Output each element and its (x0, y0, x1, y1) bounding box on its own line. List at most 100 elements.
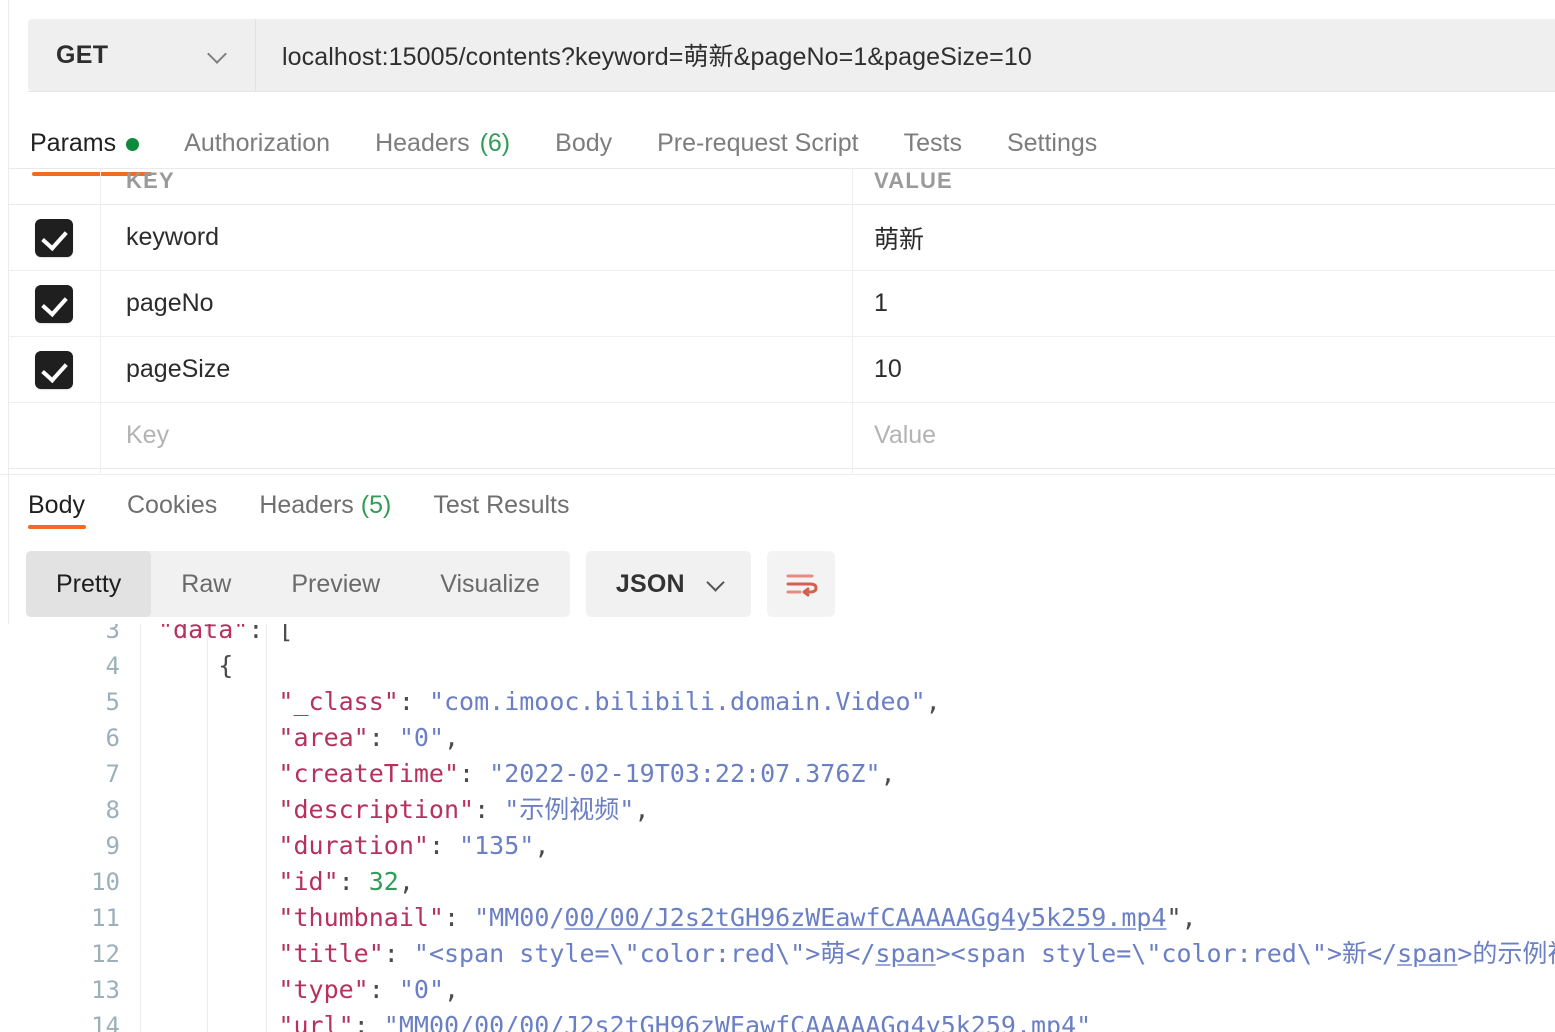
row-checkbox-cell (8, 219, 100, 256)
tab-settings-label: Settings (1006, 128, 1098, 157)
code-line-text: "data": [ (158, 624, 293, 648)
chevron-down-icon (707, 575, 725, 593)
code-token: , (634, 795, 650, 824)
code-line: 13 "type": "0", (8, 972, 1555, 1008)
response-tab-test-results[interactable]: Test Results (433, 491, 569, 520)
response-tab-body-label: Body (28, 491, 85, 519)
code-token: 00/00/J2s2tGH96zWEawfCAAAAAGg4y5k259.mp4 (564, 903, 1167, 932)
view-visualize-button[interactable]: Visualize (410, 551, 570, 617)
tab-body-label: Body (555, 128, 613, 157)
code-token: "url" (278, 1011, 354, 1032)
code-token: "title" (278, 939, 384, 968)
line-number: 6 (105, 724, 120, 752)
line-number: 10 (91, 868, 120, 896)
code-token: "com.imooc.bilibili.domain.Video" (428, 687, 926, 716)
word-wrap-icon (786, 574, 818, 597)
response-body-code-viewer[interactable]: 3 "data": [ 4 {5 "_class": "com.imooc.bili… (8, 624, 1555, 1032)
code-token: "area" (278, 723, 369, 752)
row-checkbox-cell (8, 351, 100, 388)
new-param-key-input[interactable]: Key (100, 421, 852, 450)
code-token: "2022-02-19T03:22:07.376Z" (489, 759, 881, 788)
table-row: keyword 萌新 (8, 205, 1555, 271)
code-token: "data" (158, 624, 249, 644)
query-params-table: KEY VALUE keyword 萌新 pageNo 1 pageSize 1… (8, 168, 1555, 473)
postman-request-response-pane: GET localhost:15005/contents?keyword=萌新&… (0, 0, 1555, 1032)
tab-params[interactable]: Params (30, 128, 140, 158)
tab-body[interactable]: Body (555, 129, 612, 158)
code-line: 10 "id": 32, (8, 864, 1555, 900)
tab-params-label: Params (30, 128, 117, 157)
params-modified-dot-icon (126, 137, 140, 151)
tab-pre-request-script-label: Pre-request Script (657, 128, 859, 157)
response-tab-headers[interactable]: Headers (5) (259, 491, 391, 520)
param-value-cell[interactable]: 萌新 (852, 220, 1555, 256)
response-tab-bar: Body Cookies Headers (5) Test Results (0, 474, 1555, 536)
table-row: pageSize 10 (8, 337, 1555, 403)
code-token: : [ (248, 624, 294, 644)
line-number: 3 (105, 624, 120, 644)
row-checkbox-cell (8, 285, 100, 322)
view-pretty-label: Pretty (56, 569, 122, 598)
http-method-select[interactable]: GET (28, 19, 256, 91)
code-line: 5 "_class": "com.imooc.bilibili.domain.V… (8, 684, 1555, 720)
request-url-bar: GET localhost:15005/contents?keyword=萌新&… (28, 19, 1555, 91)
param-value-cell[interactable]: 1 (852, 289, 1555, 318)
response-tab-headers-label: Headers (259, 491, 354, 519)
code-token: 32 (368, 867, 399, 896)
line-number: 4 (105, 652, 120, 680)
param-key-cell[interactable]: pageSize (100, 355, 852, 384)
param-enabled-checkbox[interactable] (36, 219, 72, 256)
request-url-input[interactable]: localhost:15005/contents?keyword=萌新&page… (256, 19, 1555, 91)
code-line: 12 "title": "<span style=\"color:red\">萌… (8, 936, 1555, 972)
code-token: "135" (459, 831, 535, 860)
code-token: "duration" (278, 831, 429, 860)
request-url-text: localhost:15005/contents?keyword=萌新&page… (282, 43, 1032, 71)
response-tab-cookies[interactable]: Cookies (127, 491, 217, 520)
chevron-down-icon (207, 44, 229, 66)
code-token: , (880, 759, 896, 788)
code-token: "0" (398, 723, 444, 752)
param-enabled-checkbox[interactable] (36, 351, 72, 388)
code-line-text: { (158, 648, 233, 684)
column-header-key: KEY (126, 167, 175, 193)
code-token: span (1397, 939, 1458, 968)
code-token: : (459, 759, 490, 788)
tab-authorization-label: Authorization (184, 128, 331, 157)
param-key-text: pageSize (126, 355, 231, 383)
code-lines-container: 3 "data": [ 4 {5 "_class": "com.imooc.bili… (8, 624, 1555, 1032)
param-key-cell[interactable]: keyword (100, 223, 852, 252)
new-param-value-input[interactable]: Value (852, 421, 1555, 450)
param-value-cell[interactable]: 10 (852, 355, 1555, 384)
response-tab-body[interactable]: Body (28, 491, 85, 520)
table-header-key-cell: KEY (100, 168, 852, 200)
new-param-value-placeholder: Value (874, 421, 937, 449)
code-token: : (353, 1011, 384, 1032)
code-token: "type" (278, 975, 369, 1004)
code-line-text: "area": "0", (158, 720, 459, 756)
view-pretty-button[interactable]: Pretty (26, 551, 152, 617)
word-wrap-toggle-button[interactable] (766, 551, 835, 617)
response-body-toolbar: Pretty Raw Preview Visualize JSON (26, 551, 835, 617)
active-response-tab-underline (28, 525, 86, 529)
view-raw-button[interactable]: Raw (151, 551, 261, 617)
param-key-cell[interactable]: pageNo (100, 289, 852, 318)
code-token: "_class" (278, 687, 399, 716)
tab-authorization[interactable]: Authorization (184, 129, 330, 158)
tab-headers[interactable]: Headers (6) (375, 129, 510, 158)
code-token: "description" (278, 795, 475, 824)
tab-pre-request-script[interactable]: Pre-request Script (657, 129, 858, 158)
code-token: , (534, 831, 550, 860)
table-row-empty: Key Value (8, 403, 1555, 469)
tab-tests[interactable]: Tests (904, 129, 962, 158)
param-value-text: 10 (874, 355, 902, 383)
code-token: , (398, 867, 414, 896)
tab-settings[interactable]: Settings (1007, 129, 1097, 158)
param-enabled-checkbox[interactable] (36, 285, 72, 322)
code-line-text: "id": 32, (158, 864, 414, 900)
view-preview-label: Preview (291, 569, 381, 598)
response-format-select[interactable]: JSON (585, 551, 751, 617)
view-preview-button[interactable]: Preview (261, 551, 410, 617)
tab-headers-label: Headers (375, 128, 470, 157)
param-key-text: pageNo (126, 289, 214, 317)
request-tab-bar: Params Authorization Headers (6) Body Pr… (0, 112, 1555, 174)
